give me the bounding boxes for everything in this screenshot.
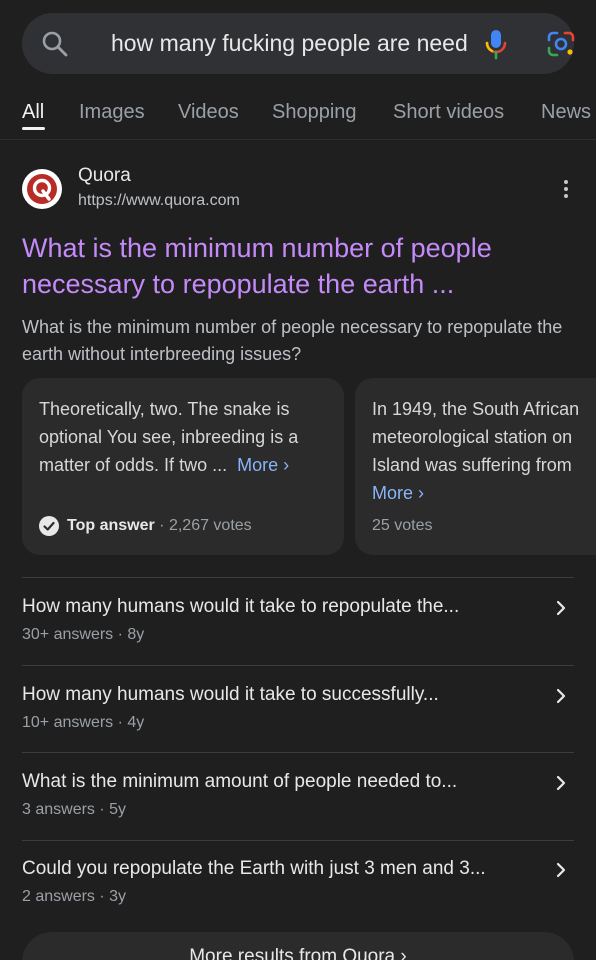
chevron-right-icon [556,600,566,616]
answer-text: In 1949, the South African meteorologica… [372,395,579,507]
more-link[interactable]: More › [237,455,289,475]
tab-images[interactable]: Images [79,100,145,124]
top-answer-label: Top answer [67,517,155,534]
answer-footer: Top answer · 2,267 votes [39,515,252,537]
divider [22,665,574,666]
chevron-right-icon [556,862,566,878]
result-title-link[interactable]: What is the minimum number of people nec… [22,230,562,302]
divider [22,840,574,841]
related-question-row[interactable]: What is the minimum amount of people nee… [22,769,574,855]
related-question-title: How many humans would it take to repopul… [22,596,460,617]
related-question-title: How many humans would it take to success… [22,684,439,705]
divider [22,752,574,753]
vote-count: 25 votes [372,517,433,534]
related-question-meta: 3 answers · 5y [22,801,127,818]
google-lens-icon[interactable] [546,30,576,58]
more-options-icon[interactable] [558,180,574,202]
answer-text: Theoretically, two. The snake is optiona… [39,399,299,475]
tab-all[interactable]: All [22,100,44,124]
result-snippet: What is the minimum number of people nec… [22,317,563,364]
search-input[interactable]: how many fucking people are need [111,29,471,57]
answer-card[interactable]: Theoretically, two. The snake is optiona… [22,378,344,555]
related-question-row[interactable]: How many humans would it take to success… [22,682,574,768]
tabs-divider [0,139,596,140]
microphone-icon[interactable] [483,28,509,60]
related-question-title: What is the minimum amount of people nee… [22,771,458,792]
search-tabs: All Images Videos Shopping Short videos … [0,96,596,136]
related-question-meta: 30+ answers · 8y [22,626,145,643]
more-link[interactable]: More › [372,479,579,507]
related-question-meta: 10+ answers · 4y [22,714,145,731]
site-name[interactable]: Quora [78,164,131,188]
tab-shopping[interactable]: Shopping [272,100,357,124]
check-circle-icon [39,516,59,536]
related-question-title: Could you repopulate the Earth with just… [22,858,486,879]
quora-q-icon [27,174,57,204]
tab-short-videos[interactable]: Short videos [393,100,504,124]
tab-videos[interactable]: Videos [178,100,239,124]
tab-news[interactable]: News [541,100,591,124]
chevron-right-icon [556,688,566,704]
chevron-right-icon [556,775,566,791]
divider [22,577,574,578]
answer-footer: 25 votes [372,515,432,537]
answer-card[interactable]: In 1949, the South African meteorologica… [355,378,596,555]
related-question-meta: 2 answers · 3y [22,888,127,905]
search-bar[interactable]: how many fucking people are need [22,13,576,74]
site-url[interactable]: https://www.quora.com [78,191,240,211]
quora-logo-icon[interactable] [22,169,62,209]
search-icon [42,31,68,57]
more-results-button[interactable]: More results from Quora › [22,932,574,960]
active-tab-indicator [22,127,45,130]
vote-count: · 2,267 votes [159,517,252,534]
related-question-row[interactable]: Could you repopulate the Earth with just… [22,856,574,942]
related-question-row[interactable]: How many humans would it take to repopul… [22,594,574,680]
